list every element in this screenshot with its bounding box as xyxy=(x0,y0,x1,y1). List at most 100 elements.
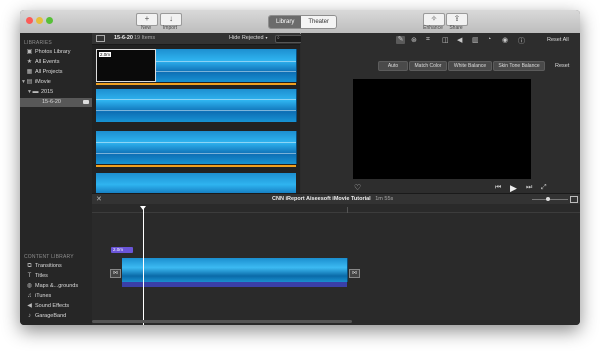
heart-icon[interactable]: ♡ xyxy=(354,183,361,192)
audio-waveform[interactable] xyxy=(122,282,347,287)
browser-header: 15-6-20 19 Items Hide Rejected ▾ ⌕ xyxy=(92,33,319,45)
transition-icon: ⧉ xyxy=(27,263,32,269)
video-frame xyxy=(201,173,232,193)
tab-library[interactable]: Library xyxy=(269,16,302,28)
magic-wand-icon[interactable]: ✎ xyxy=(396,36,405,44)
title-clip-duration: 2.0m xyxy=(113,247,124,252)
share-icon: ⇪ xyxy=(453,14,461,23)
tab-theater[interactable]: Theater xyxy=(301,16,337,28)
guitar-icon: ♪ xyxy=(28,313,31,319)
video-frame xyxy=(161,131,207,164)
video-frame xyxy=(206,131,247,164)
thumbnail-row[interactable] xyxy=(96,131,297,167)
video-frame xyxy=(256,89,297,122)
auto-button[interactable]: Auto xyxy=(378,61,408,71)
project-duration: 1m 55s xyxy=(375,196,394,202)
noise-reduction-icon[interactable]: ▥ xyxy=(472,36,479,44)
sidebar-item-all-projects[interactable]: ▦ All Projects xyxy=(20,68,98,77)
white-balance-button[interactable]: White Balance xyxy=(448,61,492,71)
video-frame xyxy=(131,173,167,193)
video-frame xyxy=(200,258,239,282)
photo-icon: ▣ xyxy=(26,49,33,55)
video-frame xyxy=(122,258,162,282)
transition-left[interactable]: ⋈ xyxy=(110,269,121,278)
fullscreen-icon[interactable]: ⤢ xyxy=(541,184,547,192)
skip-forward-icon[interactable]: ⏭ xyxy=(526,184,532,192)
close-button[interactable] xyxy=(26,17,33,24)
speaker-icon: ◀ xyxy=(27,303,32,309)
clip-appearance-icon[interactable] xyxy=(570,196,578,203)
transition-right[interactable]: ⋈ xyxy=(349,269,360,278)
clip-thumbnail[interactable]: 2.0m xyxy=(96,49,156,82)
video-frame xyxy=(166,173,202,193)
video-frame xyxy=(313,258,348,282)
content-item-sound-effects[interactable]: ◀ Sound Effects xyxy=(20,302,98,311)
crop-icon[interactable]: ⌗ xyxy=(426,36,430,44)
content-item-maps-backgrounds[interactable]: ◍ Maps &...grounds xyxy=(20,282,98,291)
time-ruler xyxy=(92,212,580,213)
thumbnail-row[interactable] xyxy=(96,173,296,193)
sidebar-item-imovie[interactable]: ▼▤ iMovie xyxy=(20,78,93,87)
video-frame xyxy=(246,131,297,164)
clip-browser: 15-6-20 19 Items Hide Rejected ▾ ⌕ 2.0m xyxy=(92,33,319,193)
video-frame xyxy=(96,89,137,122)
horizontal-scrollbar[interactable] xyxy=(92,320,352,323)
skin-tone-balance-button[interactable]: Skin Tone Balance xyxy=(493,61,545,71)
item-count: 19 Items xyxy=(134,35,156,41)
content-library-header: CONTENT LIBRARY xyxy=(24,254,74,260)
content-item-titles[interactable]: T Titles xyxy=(20,272,98,281)
chevron-down-icon: ▾ xyxy=(265,35,268,40)
search-icon: ⌕ xyxy=(277,35,280,41)
video-frame xyxy=(96,173,132,193)
video-frame xyxy=(156,49,192,82)
import-arrow-icon: ↓ xyxy=(169,14,173,23)
music-icon: ♫ xyxy=(27,293,32,299)
sidebar-item-all-events[interactable]: ★ All Events xyxy=(20,58,98,67)
thumbnail-row[interactable]: 2.0m xyxy=(96,49,297,85)
video-frame xyxy=(238,258,277,282)
content-item-itunes[interactable]: ♫ iTunes xyxy=(20,292,98,301)
minimize-button[interactable] xyxy=(36,17,43,24)
close-project-icon[interactable]: ✕ xyxy=(96,195,102,203)
video-frame xyxy=(276,258,314,282)
zoom-slider[interactable] xyxy=(532,197,568,201)
match-color-button[interactable]: Match Color xyxy=(409,61,447,71)
title-clip[interactable]: 2.0m xyxy=(111,247,133,253)
share-label: Share xyxy=(449,25,463,31)
playhead[interactable] xyxy=(143,208,144,325)
viewer-panel: ✎ ⊛ ⌗ ◫ ◀ ▥ ◔ ◉ ⓘ Reset All Auto Match C… xyxy=(301,33,580,193)
video-frame xyxy=(266,173,296,193)
favorite-marker xyxy=(96,83,296,85)
sidebar-item-15-6-20[interactable]: 15-6-20 xyxy=(20,98,92,107)
magic-wand-icon: ✧ xyxy=(430,14,438,23)
content-item-transitions[interactable]: ⧉ Transitions xyxy=(20,262,98,271)
toolbar: + New ↓ Import Library Theater ✧ Enhance… xyxy=(20,10,580,34)
speed-icon[interactable]: ◔ xyxy=(487,36,491,43)
video-preview[interactable] xyxy=(353,79,531,179)
video-track[interactable] xyxy=(122,258,348,282)
sidebar: LIBRARIES ▣ Photos Library ★ All Events ▦ A… xyxy=(20,33,93,325)
thumbnail-row[interactable] xyxy=(96,89,297,122)
zoom-slider-knob[interactable] xyxy=(546,197,550,201)
playhead-handle[interactable] xyxy=(140,206,146,210)
event-icon xyxy=(83,100,89,104)
sidebar-item-photos-library[interactable]: ▣ Photos Library xyxy=(20,48,98,57)
sidebar-item-2015[interactable]: ▼▬ 2015 xyxy=(20,88,99,97)
sidebar-toggle-icon[interactable] xyxy=(96,35,105,42)
stabilization-icon[interactable]: ◫ xyxy=(442,36,449,44)
filter-icon[interactable]: ◉ xyxy=(502,36,508,44)
reset-all-button[interactable]: Reset All xyxy=(547,37,569,43)
reset-button[interactable]: Reset xyxy=(555,63,569,69)
content-item-garageband[interactable]: ♪ GarageBand xyxy=(20,312,98,321)
zoom-button[interactable] xyxy=(46,17,53,24)
info-icon[interactable]: ⓘ xyxy=(518,36,525,46)
color-balance-icon[interactable]: ⊛ xyxy=(411,36,417,44)
ruler-tick xyxy=(347,207,348,213)
video-frame xyxy=(136,89,177,122)
folder-icon: ▬ xyxy=(32,89,39,95)
filter-dropdown[interactable]: Hide Rejected ▾ xyxy=(229,35,268,41)
skip-back-icon[interactable]: ⏮ xyxy=(495,184,501,192)
volume-icon[interactable]: ◀ xyxy=(457,36,462,44)
titles-icon: T xyxy=(27,273,32,279)
timeline[interactable]: 2.0m ⋈ ⋈ xyxy=(92,204,580,325)
